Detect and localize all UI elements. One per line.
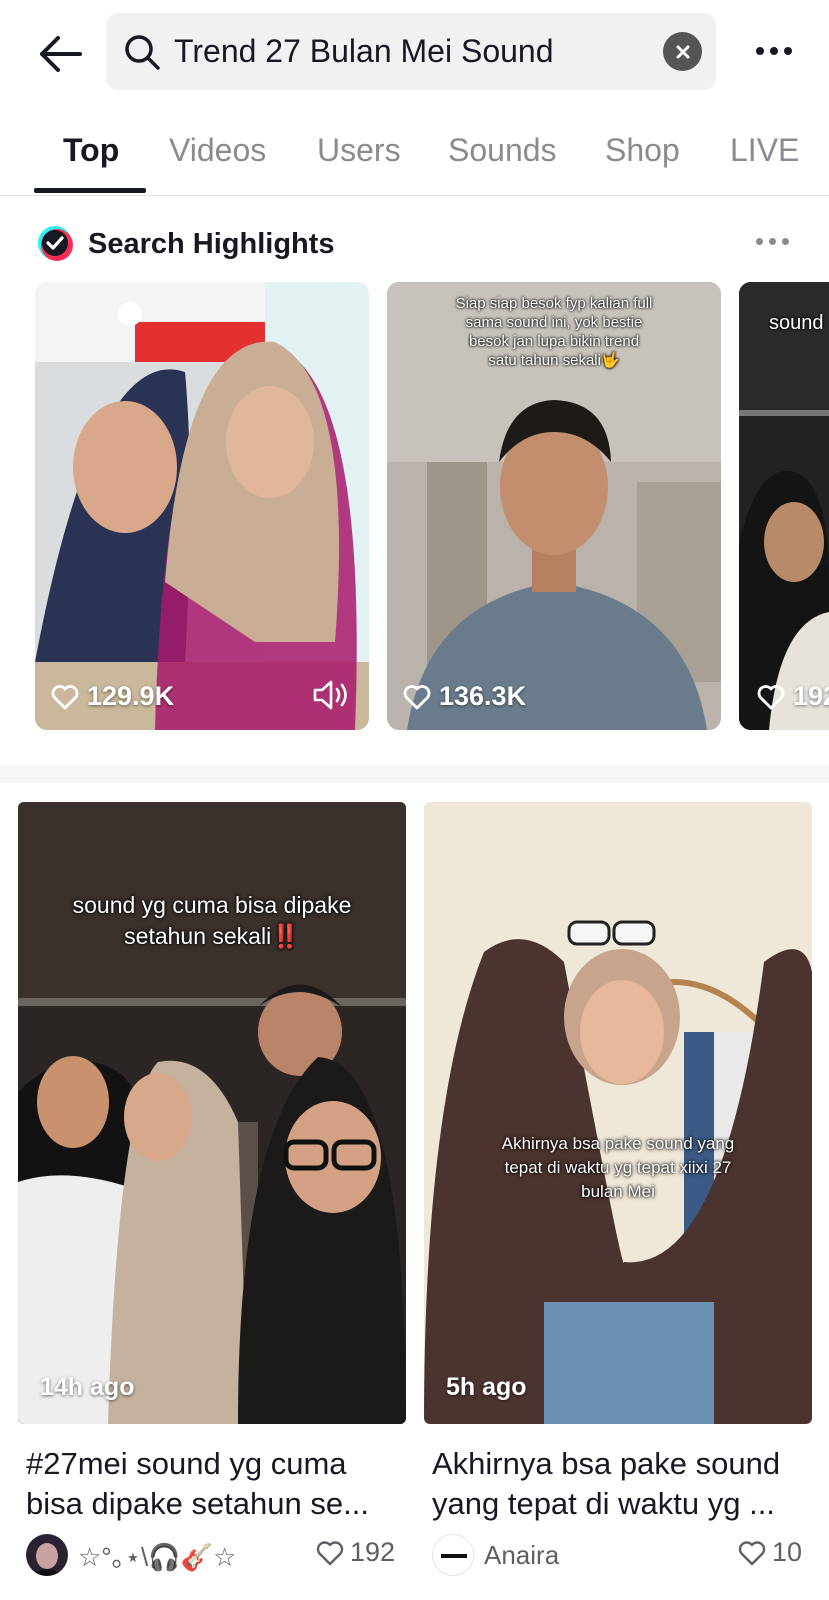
heart-icon — [316, 1540, 344, 1565]
search-icon — [120, 30, 164, 74]
video-caption: sound yg cuma bisa dipake setahun sekali… — [72, 892, 352, 949]
more-dot — [770, 47, 778, 55]
like-count: 192 — [316, 1537, 395, 1568]
clear-search-button[interactable] — [663, 32, 702, 71]
video-title[interactable]: #27mei sound yg cuma bisa dipake setahun… — [26, 1444, 406, 1524]
like-count: 192 — [757, 681, 829, 712]
like-count-text: 10 — [772, 1537, 803, 1567]
like-count: 136.3K — [403, 681, 526, 712]
video-caption: Siap siap besok fyp kalian full sama sou… — [455, 295, 653, 369]
search-query-text: Trend 27 Bulan Mei Sound — [174, 33, 554, 69]
more-dot — [769, 238, 776, 245]
like-count: 129.9K — [51, 681, 174, 712]
avatar — [26, 1534, 68, 1576]
tab-users[interactable]: Users — [317, 132, 401, 169]
tab-videos[interactable]: Videos — [169, 132, 266, 169]
more-dot — [756, 47, 764, 55]
more-dot — [784, 47, 792, 55]
video-thumbnail — [35, 282, 369, 730]
highlight-card[interactable]: sound 192 — [739, 282, 829, 730]
video-timestamp: 5h ago — [446, 1373, 527, 1401]
like-count-text: 136.3K — [439, 681, 527, 711]
more-dot — [782, 238, 789, 245]
tab-top[interactable]: Top — [63, 132, 119, 169]
video-timestamp: 14h ago — [40, 1373, 135, 1401]
active-tab-indicator — [34, 188, 146, 193]
like-count-text: 192 — [350, 1537, 396, 1567]
search-tabs: Top Videos Users Sounds Shop LIVE — [0, 120, 829, 196]
heart-icon — [403, 684, 431, 709]
more-dot — [756, 238, 763, 245]
verified-badge-icon — [38, 226, 73, 261]
heart-icon — [51, 684, 79, 709]
highlight-card[interactable]: 129.9K — [35, 282, 369, 730]
author-name: ☆°｡⋆\🎧🎸☆ — [78, 1541, 237, 1572]
section-divider — [0, 765, 829, 783]
video-card[interactable]: sound yg cuma bisa dipake setahun sekali… — [18, 802, 406, 1424]
video-author[interactable]: Anaira — [432, 1532, 559, 1578]
video-thumbnail — [424, 802, 812, 1424]
video-caption: Akhirnya bsa pake sound yang tepat di wa… — [501, 1134, 735, 1201]
close-icon — [676, 45, 689, 58]
heart-icon — [738, 1540, 766, 1565]
like-count-text: 192 — [793, 681, 829, 711]
video-title[interactable]: Akhirnya bsa pake sound yang tepat di wa… — [432, 1444, 812, 1524]
like-count-text: 129.9K — [87, 681, 175, 711]
arrow-left-icon — [40, 36, 82, 72]
heart-icon — [757, 684, 785, 709]
author-name: Anaira — [484, 1539, 560, 1570]
video-card[interactable]: Akhirnya bsa pake sound yang tepat di wa… — [424, 802, 812, 1424]
section-title: Search Highlights — [88, 228, 335, 260]
more-options-button[interactable] — [749, 36, 799, 66]
like-count: 10 — [738, 1537, 802, 1568]
tab-live[interactable]: LIVE — [730, 132, 799, 169]
avatar — [432, 1534, 474, 1576]
tab-shop[interactable]: Shop — [605, 132, 680, 169]
search-input[interactable]: Trend 27 Bulan Mei Sound — [106, 13, 716, 90]
back-button[interactable] — [32, 28, 88, 80]
video-caption: sound — [769, 312, 824, 334]
highlight-card[interactable]: Siap siap besok fyp kalian full sama sou… — [387, 282, 721, 730]
video-thumbnail — [739, 282, 829, 730]
video-author[interactable]: ☆°｡⋆\🎧🎸☆ — [26, 1532, 236, 1578]
highlights-header: Search Highlights — [0, 218, 829, 274]
volume-icon[interactable] — [311, 678, 351, 712]
top-bar: Trend 27 Bulan Mei Sound — [0, 0, 829, 102]
highlights-more-button[interactable] — [756, 238, 789, 245]
tab-sounds[interactable]: Sounds — [448, 132, 557, 169]
